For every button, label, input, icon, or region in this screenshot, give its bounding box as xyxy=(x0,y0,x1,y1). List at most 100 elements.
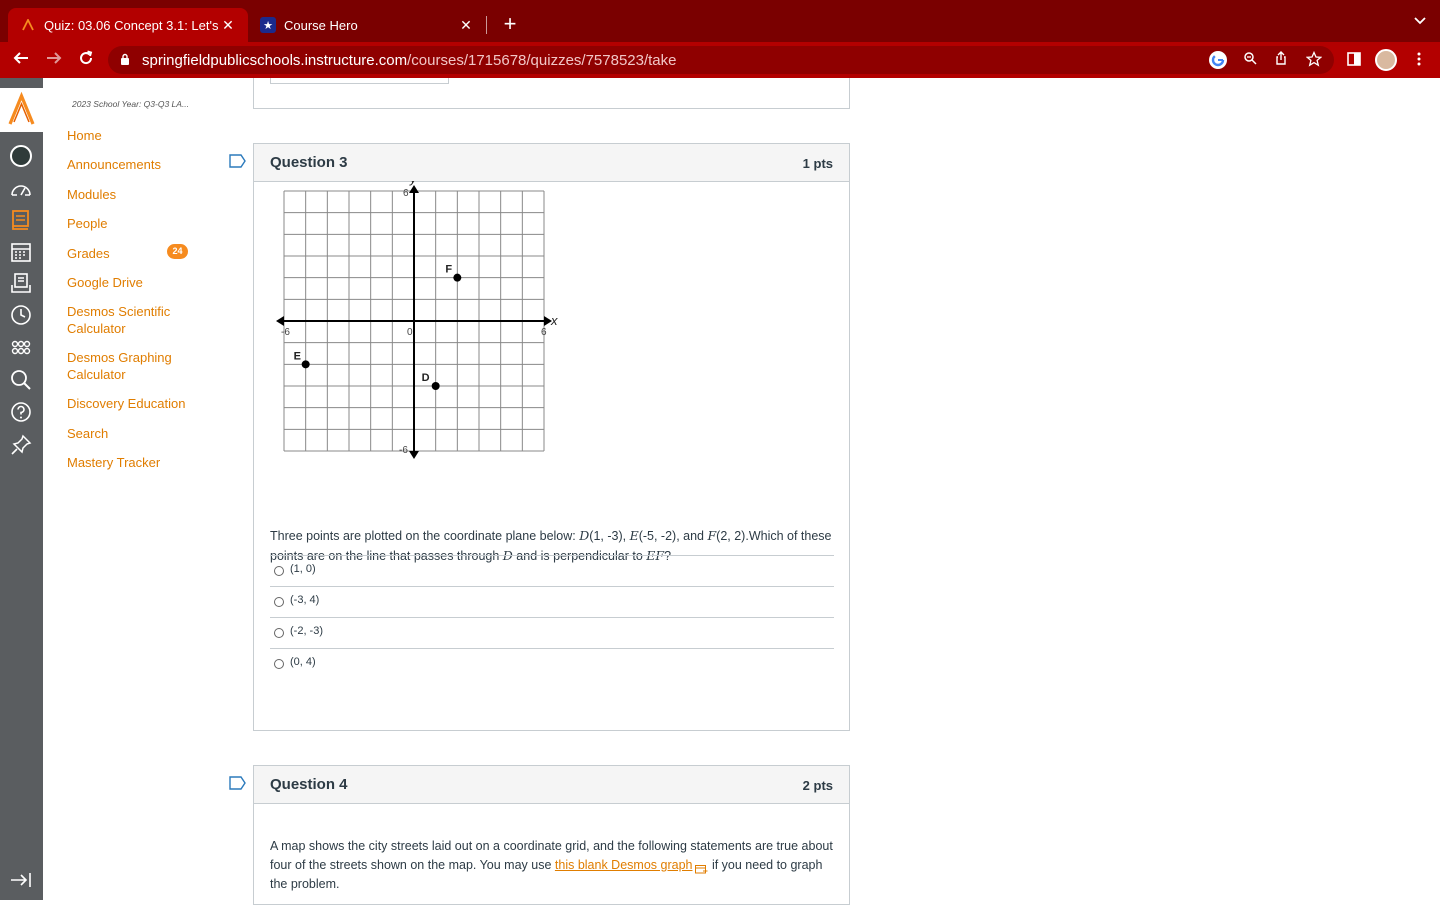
tab-separator xyxy=(486,16,487,34)
answer-option[interactable]: (0, 4) xyxy=(270,649,834,680)
tick-label-x-max: 6 xyxy=(541,327,547,338)
question-name: Question 3 xyxy=(270,154,348,171)
history-icon[interactable] xyxy=(8,302,34,328)
course-title[interactable]: 2023 School Year: Q3-Q3 LA... xyxy=(72,99,189,109)
share-icon[interactable] xyxy=(1272,51,1290,69)
pin-icon[interactable] xyxy=(8,432,34,458)
course-nav-desmos-scientific[interactable]: Desmos Scientific Calculator xyxy=(67,303,182,337)
point-F xyxy=(453,273,462,282)
canvas-logo-icon[interactable] xyxy=(0,88,43,132)
course-nav-mastery-tracker[interactable]: Mastery Tracker xyxy=(67,454,217,471)
courses-icon[interactable] xyxy=(8,207,34,233)
flag-question-icon[interactable] xyxy=(229,776,246,790)
account-avatar[interactable] xyxy=(10,145,32,167)
y-axis-bottom-arrow xyxy=(409,451,419,459)
address-bar[interactable]: springfieldpublicschools.instructure.com… xyxy=(108,46,1334,74)
calendar-icon[interactable] xyxy=(8,239,34,265)
tab-quiz[interactable]: Quiz: 03.06 Concept 3.1: Let's ✕ xyxy=(8,8,248,42)
y-axis-label: y xyxy=(409,181,418,186)
answer-label[interactable]: (-3, 4) xyxy=(290,594,319,606)
answer-label[interactable]: (-2, -3) xyxy=(290,625,323,637)
tick-label-origin: 0 xyxy=(407,327,413,338)
help-icon[interactable] xyxy=(8,399,34,425)
grades-badge: 24 xyxy=(167,244,188,259)
point-label-F: F xyxy=(445,264,452,276)
profile-avatar[interactable] xyxy=(1375,49,1397,71)
y-axis-top-arrow xyxy=(409,185,419,193)
point-label-D: D xyxy=(422,372,430,384)
back-icon[interactable] xyxy=(9,48,33,72)
point-E xyxy=(301,360,310,369)
math-D: D xyxy=(579,528,590,543)
star-icon: ★ xyxy=(260,17,276,33)
course-nav-desmos-graphing[interactable]: Desmos Graphing Calculator xyxy=(67,349,182,383)
x-axis-label: x xyxy=(550,313,558,328)
math-E: E xyxy=(629,528,639,543)
question-name: Question 4 xyxy=(270,776,348,793)
radio-button[interactable] xyxy=(274,659,284,669)
question-text-part: (1, -3), xyxy=(589,529,630,543)
forward-icon[interactable] xyxy=(42,48,66,72)
tick-label-y-min: -6 xyxy=(399,445,408,456)
point-label-E: E xyxy=(294,350,301,362)
more-menu-icon[interactable] xyxy=(1408,50,1430,72)
course-nav-discovery-education[interactable]: Discovery Education xyxy=(67,395,217,412)
question-points: 1 pts xyxy=(802,156,833,171)
course-nav-grades[interactable]: Grades xyxy=(67,245,217,262)
lock-icon xyxy=(121,53,129,65)
question-header: Question 3 1 pts xyxy=(254,144,849,182)
new-tab-button[interactable]: + xyxy=(498,12,522,36)
course-nav-people[interactable]: People xyxy=(67,215,217,232)
question-4: Question 4 2 pts A map shows the city st… xyxy=(253,765,850,905)
reload-icon[interactable] xyxy=(74,48,98,72)
side-panel-icon[interactable] xyxy=(1343,50,1365,72)
answer-option[interactable]: (1, 0) xyxy=(270,556,834,587)
question-text: A map shows the city streets laid out on… xyxy=(270,837,835,894)
course-nav-announcements[interactable]: Announcements xyxy=(67,156,217,173)
radio-button[interactable] xyxy=(274,628,284,638)
tab-title: Quiz: 03.06 Concept 3.1: Let's xyxy=(44,17,219,33)
zoom-icon[interactable] xyxy=(1241,51,1259,69)
dashboard-icon[interactable] xyxy=(8,177,34,203)
answer-list: (1, 0) (-3, 4) (-2, -3) (0, 4) xyxy=(270,555,834,680)
radio-button[interactable] xyxy=(274,566,284,576)
question-3: Question 3 1 pts -6 6 6 -6 0 x y F E D Three poi… xyxy=(253,143,850,731)
previous-question-box xyxy=(253,78,850,109)
answer-option[interactable]: (-2, -3) xyxy=(270,618,834,649)
answer-label[interactable]: (0, 4) xyxy=(290,656,316,668)
course-nav: 2023 School Year: Q3-Q3 LA... Home Annou… xyxy=(43,78,233,900)
course-nav-modules[interactable]: Modules xyxy=(67,186,217,203)
radio-button[interactable] xyxy=(274,597,284,607)
external-link-icon xyxy=(695,861,708,874)
close-tab-icon[interactable]: ✕ xyxy=(458,17,474,34)
close-tab-icon[interactable]: ✕ xyxy=(220,17,236,34)
math-F: F xyxy=(707,528,717,543)
question-header: Question 4 2 pts xyxy=(254,766,849,804)
bookmark-star-icon[interactable] xyxy=(1305,50,1323,69)
desmos-graph-link[interactable]: this blank Desmos graph xyxy=(555,858,693,872)
url-text: springfieldpublicschools.instructure.com… xyxy=(142,52,677,69)
browser-tab-bar: Quiz: 03.06 Concept 3.1: Let's ✕ ★ Cours… xyxy=(0,0,1440,42)
browser-toolbar: springfieldpublicschools.instructure.com… xyxy=(0,42,1440,78)
canvas-logo-icon xyxy=(20,17,36,33)
commons-icon[interactable] xyxy=(8,335,34,361)
question-text-part: Three points are plotted on the coordina… xyxy=(270,529,580,543)
search-icon[interactable] xyxy=(8,367,34,393)
global-nav xyxy=(0,78,43,900)
course-nav-home[interactable]: Home xyxy=(67,127,217,144)
flag-question-icon[interactable] xyxy=(229,154,246,168)
answer-option[interactable]: (-3, 4) xyxy=(270,587,834,618)
coordinate-plane-graph: -6 6 6 -6 0 x y F E D xyxy=(276,181,558,459)
course-nav-google-drive[interactable]: Google Drive xyxy=(67,274,217,291)
inbox-icon[interactable] xyxy=(8,270,34,296)
collapse-nav-icon[interactable] xyxy=(8,867,34,893)
answer-label[interactable]: (1, 0) xyxy=(290,563,316,575)
url-path: /courses/1715678/quizzes/7578523/take xyxy=(407,52,677,69)
course-nav-search[interactable]: Search xyxy=(67,425,217,442)
point-D xyxy=(431,382,440,390)
tab-course-hero[interactable]: ★ Course Hero ✕ xyxy=(248,8,486,42)
tick-label-y-max: 6 xyxy=(403,188,409,199)
google-icon[interactable] xyxy=(1209,51,1227,69)
chevron-down-icon[interactable] xyxy=(1414,14,1426,28)
previous-answer-input[interactable] xyxy=(270,78,449,84)
